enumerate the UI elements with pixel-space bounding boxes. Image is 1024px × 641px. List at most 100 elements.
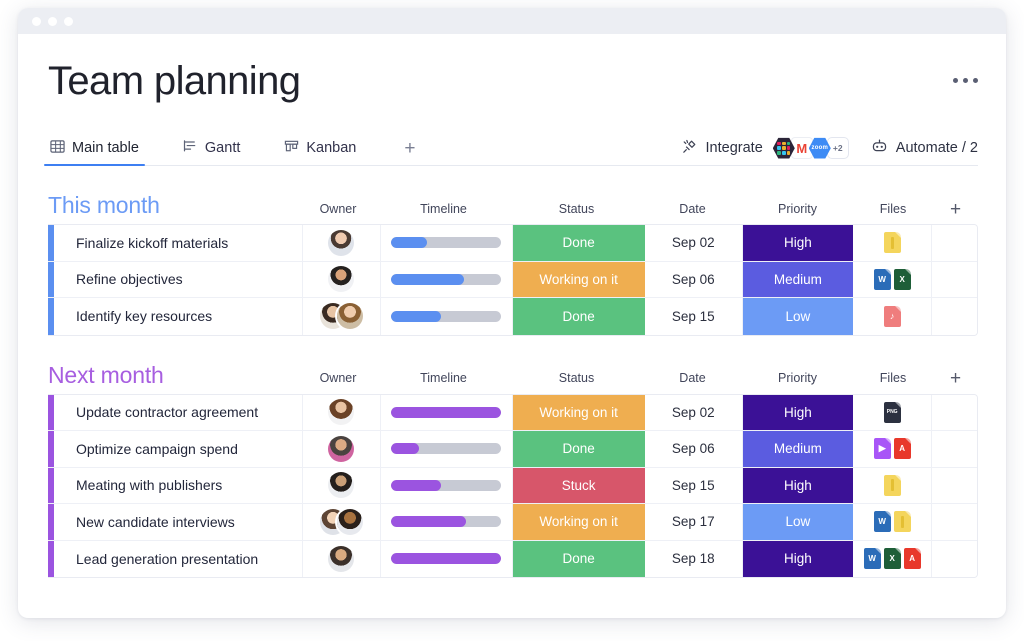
table-row[interactable]: Finalize kickoff materials Done Sep 02 H… xyxy=(48,225,977,262)
file-icon-png[interactable]: PNG xyxy=(883,401,901,423)
date-cell[interactable]: Sep 06 xyxy=(645,431,743,467)
timeline-cell[interactable] xyxy=(381,504,513,540)
timeline-cell[interactable] xyxy=(381,540,513,578)
column-header-status[interactable]: Status xyxy=(510,372,643,387)
table-row[interactable]: Meating with publishers Stuck Sep 15 Hig… xyxy=(48,467,977,505)
window-dot-minimize[interactable] xyxy=(48,16,57,26)
task-name[interactable]: Lead generation presentation xyxy=(54,540,304,578)
date-cell[interactable]: Sep 15 xyxy=(645,298,743,335)
owner-cell[interactable] xyxy=(303,225,381,261)
task-name[interactable]: Meating with publishers xyxy=(54,467,304,504)
file-icon-word[interactable]: W xyxy=(873,511,891,533)
add-column-button[interactable]: + xyxy=(933,369,978,388)
task-name[interactable]: Update contractor agreement xyxy=(54,394,304,431)
task-name[interactable]: Finalize kickoff materials xyxy=(54,225,304,261)
owner-cell[interactable] xyxy=(303,298,381,335)
date-cell[interactable]: Sep 06 xyxy=(645,261,743,298)
more-options-button[interactable] xyxy=(953,78,978,83)
add-column-button[interactable]: + xyxy=(933,200,978,219)
file-icon-zip[interactable] xyxy=(883,474,901,496)
status-badge[interactable]: Working on it xyxy=(512,261,645,298)
timeline-cell[interactable] xyxy=(381,261,513,298)
owner-cell[interactable] xyxy=(303,467,381,504)
row-extra-cell[interactable] xyxy=(932,504,977,540)
tab-main-table[interactable]: Main table xyxy=(44,131,145,167)
file-icon-audio[interactable]: ♪ xyxy=(883,305,901,327)
task-name[interactable]: New candidate interviews xyxy=(54,504,304,540)
table-row[interactable]: Update contractor agreement Working on i… xyxy=(48,394,977,432)
column-header-files[interactable]: Files xyxy=(853,203,933,218)
row-extra-cell[interactable] xyxy=(932,541,977,578)
avatar[interactable] xyxy=(328,229,355,256)
automate-button[interactable]: Automate / 2 xyxy=(871,138,978,159)
files-cell[interactable]: W xyxy=(853,504,933,540)
priority-badge[interactable]: Medium xyxy=(742,431,853,467)
priority-badge[interactable]: High xyxy=(742,394,853,431)
avatar[interactable] xyxy=(328,472,355,499)
status-badge[interactable]: Done xyxy=(512,540,645,578)
files-cell[interactable]: WXA xyxy=(853,540,933,578)
file-icon-pdf[interactable]: A xyxy=(903,548,921,570)
file-icon-word[interactable]: W xyxy=(863,548,881,570)
priority-badge[interactable]: Low xyxy=(742,298,853,335)
task-name[interactable]: Optimize campaign spend xyxy=(54,431,304,467)
column-header-timeline[interactable]: Timeline xyxy=(377,203,510,218)
status-badge[interactable]: Stuck xyxy=(512,467,645,504)
avatar[interactable] xyxy=(336,303,363,330)
file-icon-excel[interactable]: X xyxy=(883,548,901,570)
column-header-files[interactable]: Files xyxy=(853,372,933,387)
date-cell[interactable]: Sep 02 xyxy=(645,394,743,431)
integration-avatars[interactable]: M zoom +2 xyxy=(772,137,849,160)
column-header-status[interactable]: Status xyxy=(510,203,643,218)
file-icon-zip[interactable] xyxy=(883,232,901,254)
file-icon-excel[interactable]: X xyxy=(893,268,911,290)
avatar[interactable] xyxy=(328,545,355,572)
status-badge[interactable]: Done xyxy=(512,431,645,467)
files-cell[interactable]: ▶ A xyxy=(853,431,933,467)
row-extra-cell[interactable] xyxy=(932,225,977,261)
priority-badge[interactable]: High xyxy=(742,467,853,504)
table-row[interactable]: Refine objectives Working on it Sep 06 M… xyxy=(48,261,977,299)
status-badge[interactable]: Working on it xyxy=(512,504,645,540)
date-cell[interactable]: Sep 17 xyxy=(645,504,743,540)
priority-badge[interactable]: High xyxy=(742,225,853,261)
window-dot-close[interactable] xyxy=(32,16,41,26)
files-cell[interactable]: WX xyxy=(853,261,933,298)
timeline-cell[interactable] xyxy=(381,467,513,504)
files-cell[interactable] xyxy=(853,225,933,261)
task-name[interactable]: Refine objectives xyxy=(54,261,304,298)
owner-cell[interactable] xyxy=(303,394,381,431)
files-cell[interactable]: ♪ xyxy=(853,298,933,335)
file-icon-video[interactable]: ▶ xyxy=(873,438,891,460)
integrate-button[interactable]: Integrate M zoom +2 xyxy=(681,137,849,160)
file-icon-zip[interactable] xyxy=(893,511,911,533)
timeline-cell[interactable] xyxy=(381,298,513,335)
file-icon-pdf[interactable]: A xyxy=(893,438,911,460)
window-dot-maximize[interactable] xyxy=(64,16,73,26)
add-view-button[interactable]: + xyxy=(398,139,421,158)
owner-cell[interactable] xyxy=(303,431,381,467)
date-cell[interactable]: Sep 02 xyxy=(645,225,743,261)
files-cell[interactable] xyxy=(853,467,933,504)
avatar[interactable] xyxy=(328,399,355,426)
date-cell[interactable]: Sep 18 xyxy=(645,540,743,578)
priority-badge[interactable]: High xyxy=(742,540,853,578)
row-extra-cell[interactable] xyxy=(932,298,977,335)
status-badge[interactable]: Working on it xyxy=(512,394,645,431)
timeline-cell[interactable] xyxy=(381,225,513,261)
priority-badge[interactable]: Medium xyxy=(742,261,853,298)
row-extra-cell[interactable] xyxy=(932,431,977,467)
table-row[interactable]: Optimize campaign spend Done Sep 06 Medi… xyxy=(48,431,977,468)
priority-badge[interactable]: Low xyxy=(742,504,853,540)
column-header-priority[interactable]: Priority xyxy=(742,372,853,387)
column-header-owner[interactable]: Owner xyxy=(299,203,377,218)
column-header-owner[interactable]: Owner xyxy=(299,372,377,387)
avatar[interactable] xyxy=(336,508,363,535)
avatar[interactable] xyxy=(328,266,355,293)
status-badge[interactable]: Done xyxy=(512,225,645,261)
row-extra-cell[interactable] xyxy=(932,262,977,298)
file-icon-word[interactable]: W xyxy=(873,268,891,290)
owner-cell[interactable] xyxy=(303,504,381,540)
timeline-cell[interactable] xyxy=(381,431,513,467)
column-header-timeline[interactable]: Timeline xyxy=(377,372,510,387)
